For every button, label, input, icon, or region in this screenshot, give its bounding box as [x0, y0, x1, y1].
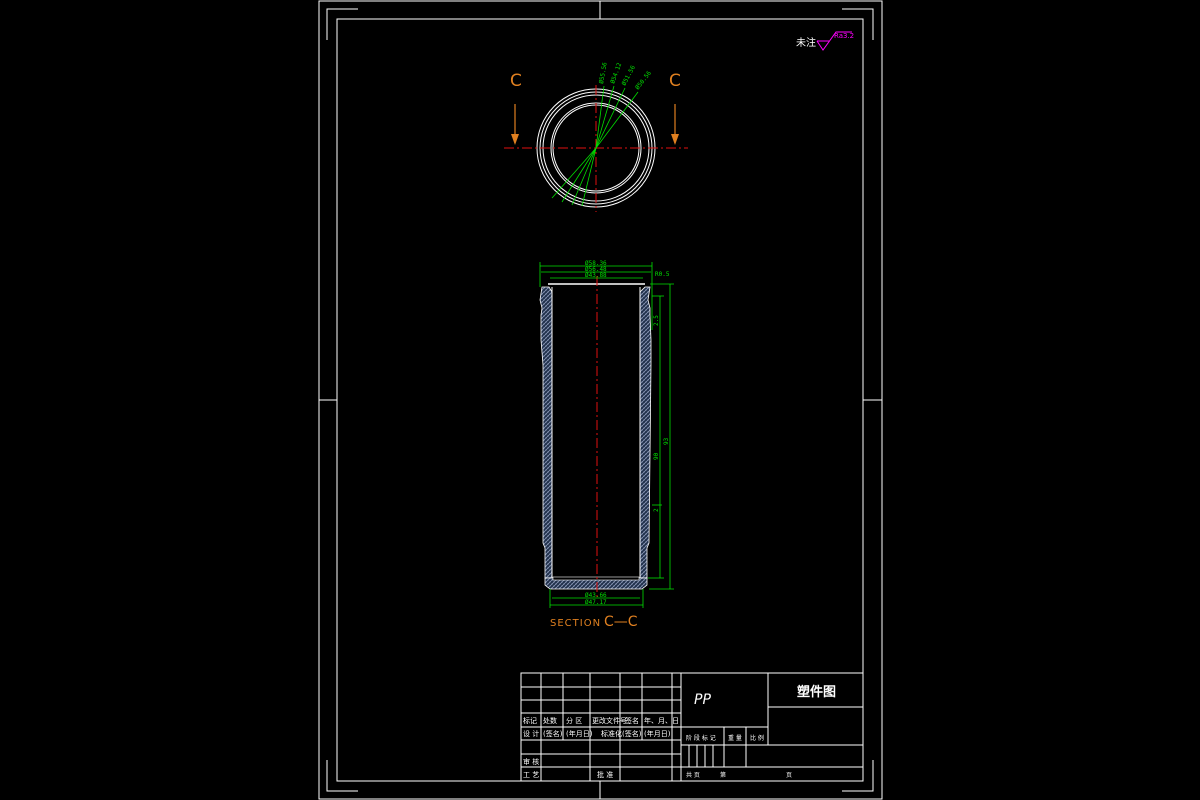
- hdr-change-doc: 更改文件号: [592, 716, 627, 725]
- weight-label: 重 量: [728, 734, 742, 742]
- centering-marks: [319, 1, 882, 799]
- design-label: 设 计: [523, 729, 539, 738]
- bottom-dim-2: Ø47.17: [585, 599, 607, 606]
- section-view: Ø58.36 Ø56.48 Ø43.88 Ø43.66 Ø47.17 R0.5 …: [539, 260, 674, 630]
- design-sign: (签名): [543, 729, 563, 738]
- material-text: PP: [694, 692, 711, 708]
- drawing-title: 塑件图: [797, 684, 836, 700]
- plan-dim-4: Ø50.56: [634, 70, 653, 92]
- top-dimensions: Ø58.36 Ø56.48 Ø43.88: [539, 260, 653, 287]
- section-caption-letters: C—C: [604, 614, 638, 630]
- bottom-dimensions: Ø43.66 Ø47.17: [549, 589, 644, 608]
- section-letter-right: C: [669, 71, 681, 91]
- right-dim-step: 2.5: [653, 315, 660, 326]
- outer-sheet-border: [318, 0, 883, 800]
- section-letter-left: C: [510, 71, 522, 91]
- hdr-mark: 标记: [523, 716, 537, 725]
- section-caption-prefix: SECTION: [550, 618, 601, 629]
- roughness-note: 未注 Ra3.2: [796, 31, 854, 51]
- title-block: PP 塑件图 标记 处数 分 区 更改文件号 签名 年、月、日 设 计 (签名)…: [520, 672, 864, 782]
- diameter-labels: Ø55.56 Ø54.12 Ø51.56 Ø50.56: [598, 61, 653, 91]
- hdr-sign: 签名: [625, 716, 639, 725]
- process-label: 工 艺: [523, 771, 539, 779]
- right-dim-inner: 90: [653, 452, 660, 460]
- standardize-date: (年月日): [644, 729, 671, 738]
- hdr-count: 处数: [543, 716, 557, 725]
- drawing-canvas: 未注 Ra3.2 C C Ø55.56 Ø54.12 Ø51.56 Ø50.56…: [318, 0, 883, 800]
- plan-view: C C Ø55.56 Ø54.12 Ø51.56 Ø50.56: [504, 61, 688, 212]
- section-arrow-left: [511, 134, 519, 145]
- approve-label: 批 准: [597, 770, 613, 779]
- top-dim-3: Ø43.88: [585, 272, 607, 279]
- roughness-value: Ra3.2: [834, 32, 854, 40]
- standardize-label: 标准化: [601, 729, 622, 738]
- hdr-zone: 分 区: [566, 716, 582, 725]
- scale-label: 比 例: [750, 734, 764, 742]
- right-dim-r: R0.5: [655, 271, 670, 278]
- right-wall-hatch: [639, 286, 652, 579]
- roughness-label: 未注: [796, 36, 816, 49]
- sheet-suffix: 页: [786, 772, 792, 779]
- right-dim-overall: 93: [663, 437, 670, 445]
- left-wall-hatch: [539, 286, 553, 579]
- hdr-date: 年、月、日: [644, 716, 679, 725]
- plan-dim-3: Ø51.56: [621, 64, 638, 87]
- standardize-sign: (签名): [622, 729, 642, 738]
- right-dimensions: R0.5 2.5 93 90 2: [648, 271, 674, 590]
- review-label: 审 核: [523, 757, 539, 766]
- sheet-number: 第: [720, 771, 726, 779]
- bottom-dim-1: Ø43.66: [585, 592, 607, 599]
- trim-marks: [326, 8, 874, 792]
- section-arrow-right: [671, 134, 679, 145]
- design-date: (年月日): [566, 729, 593, 738]
- plan-dim-1: Ø55.56: [598, 61, 609, 84]
- stage-label: 阶 段 标 记: [686, 734, 716, 742]
- total-sheets: 共 页: [686, 771, 700, 779]
- right-dim-bottom: 2: [653, 508, 660, 512]
